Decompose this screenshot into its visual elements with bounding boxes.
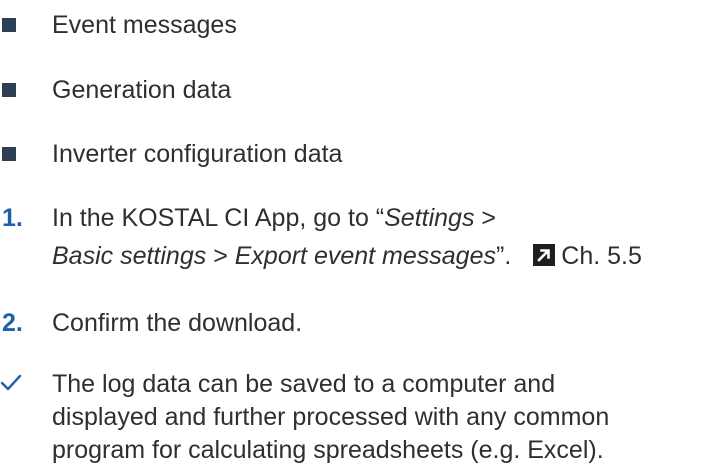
path-separator: > (206, 242, 235, 270)
list-item-text: Event messages (52, 11, 237, 39)
quote-end: ”. (496, 242, 512, 270)
list-item-text: Generation data (52, 76, 232, 104)
check-icon (0, 374, 22, 391)
square-bullet-icon (2, 18, 16, 32)
step-text-line-1: In the KOSTAL CI App, go to “Settings > (52, 199, 496, 237)
menu-path-basic-settings: Basic settings (52, 242, 207, 270)
step-text-line-2: Basic settings > Export event messages”.… (52, 237, 642, 275)
list-item-text: Inverter configuration data (52, 140, 343, 168)
result-text-line: program for calculating spreadsheets (e.… (52, 436, 604, 464)
step-number: 1. (2, 204, 23, 232)
page: { "bullets": [ "Event messages", "Genera… (0, 0, 724, 464)
step-text-prefix: In the KOSTAL CI App, go to “ (52, 204, 385, 232)
square-bullet-icon (2, 147, 16, 161)
step-text: Confirm the download. (52, 309, 303, 337)
step-number: 2. (2, 309, 23, 337)
arrow-up-right-icon[interactable] (533, 244, 556, 266)
menu-path-settings: Settings (384, 204, 475, 232)
menu-path-export-event-messages: Export event messages (234, 242, 496, 270)
path-separator: > (474, 204, 497, 232)
chapter-reference[interactable]: Ch. 5.5 (561, 242, 642, 270)
square-bullet-icon (2, 83, 16, 97)
